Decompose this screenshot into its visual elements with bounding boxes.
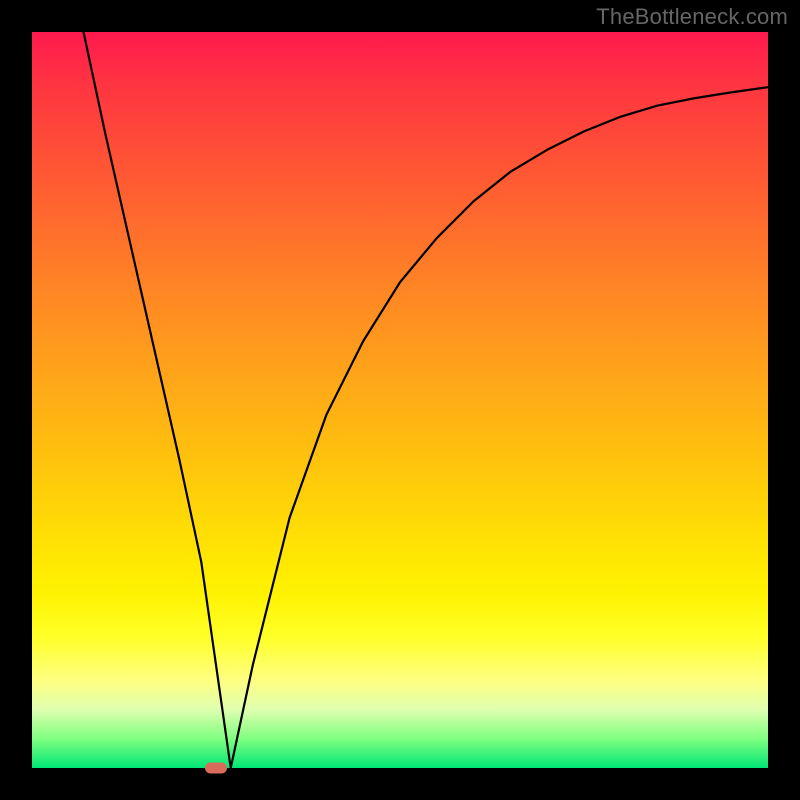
chart-frame: TheBottleneck.com bbox=[0, 0, 800, 800]
plot-area bbox=[32, 32, 768, 768]
min-marker bbox=[205, 763, 227, 774]
curve-svg bbox=[32, 32, 768, 768]
curve-path bbox=[84, 32, 768, 768]
watermark-text: TheBottleneck.com bbox=[596, 4, 788, 30]
